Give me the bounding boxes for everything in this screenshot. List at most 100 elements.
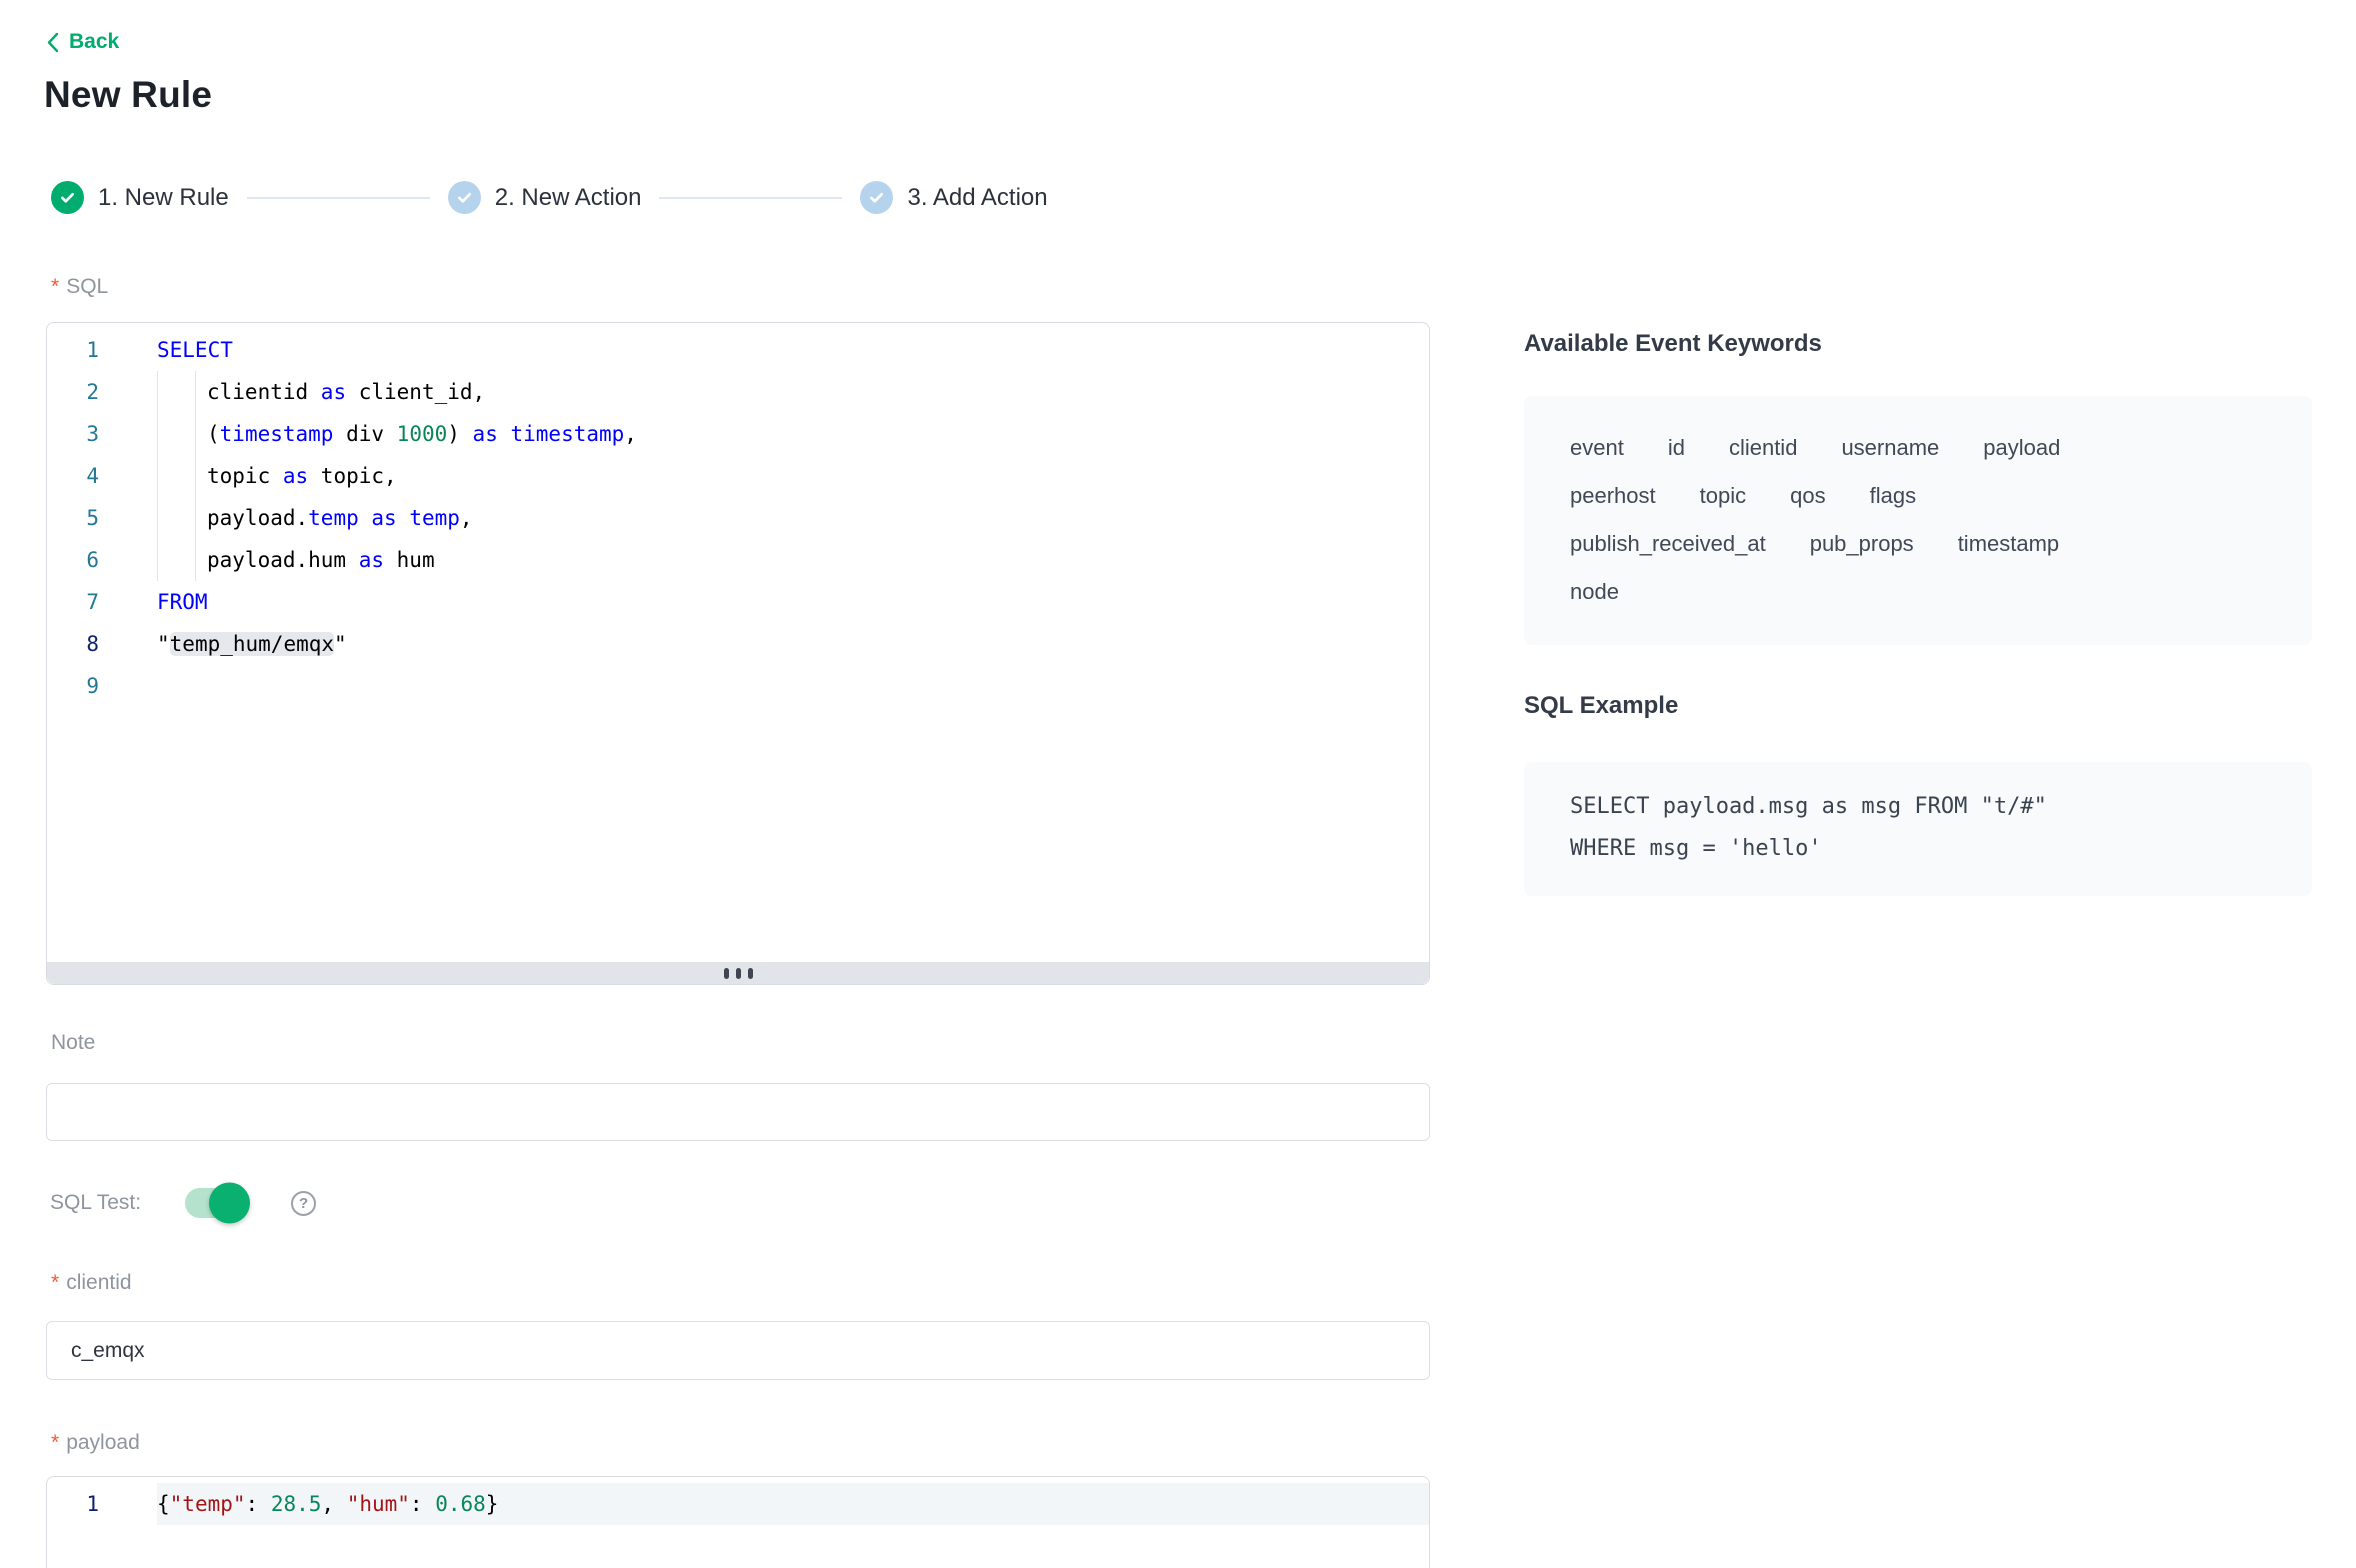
code-token: [359, 506, 372, 530]
code-token: [498, 422, 511, 446]
resize-dot: [724, 968, 729, 979]
keyword-event[interactable]: event: [1570, 435, 1624, 460]
keyword-publish_received_at[interactable]: publish_received_at: [1570, 531, 1766, 556]
code-token: as: [283, 464, 308, 488]
code-token: payload.hum: [207, 548, 359, 572]
keyword-row: publish_received_at pub_props timestamp: [1570, 520, 2266, 568]
code-line[interactable]: FROM: [157, 581, 1429, 623]
step-2-new-action: 2. New Action: [448, 181, 642, 214]
code-token: clientid: [207, 380, 321, 404]
payload-code-editor[interactable]: 1 {"temp": 28.5, "hum": 0.68}: [46, 1476, 1430, 1568]
code-token: as: [359, 548, 384, 572]
new-rule-page: Back New Rule 1. New Rule 2. New Action …: [0, 0, 2356, 1568]
keyword-clientid[interactable]: clientid: [1729, 435, 1797, 460]
clientid-field-label: *clientid: [51, 1268, 132, 1298]
sql-test-row: SQL Test: ?: [50, 1186, 316, 1220]
step-2-label: 2. New Action: [495, 184, 642, 212]
step-pending-check-icon: [448, 181, 481, 214]
sql-test-label: SQL Test:: [50, 1191, 141, 1215]
keyword-timestamp[interactable]: timestamp: [1958, 531, 2059, 556]
keyword-payload[interactable]: payload: [1983, 435, 2060, 460]
code-line[interactable]: SELECT: [157, 329, 1429, 371]
line-number: 1: [47, 329, 147, 371]
code-token: topic,: [308, 464, 397, 488]
line-number: 1: [47, 1483, 147, 1525]
line-number: 9: [47, 665, 147, 707]
code-token: 1000: [397, 422, 448, 446]
clientid-input[interactable]: [46, 1321, 1430, 1380]
note-field-label: Note: [51, 1028, 95, 1058]
keyword-flags[interactable]: flags: [1870, 483, 1916, 508]
code-token: temp: [409, 506, 460, 530]
keyword-pub_props[interactable]: pub_props: [1810, 531, 1914, 556]
indent-guide: [157, 497, 207, 539]
indent-guide: [157, 539, 207, 581]
sql-example-line: SELECT payload.msg as msg FROM "t/#": [1570, 786, 2266, 828]
back-button[interactable]: Back: [46, 30, 119, 54]
code-line[interactable]: topic as topic,: [157, 455, 1429, 497]
code-token: (: [207, 422, 220, 446]
code-token: SELECT: [157, 338, 233, 362]
code-token: 0.68: [435, 1492, 486, 1516]
keyword-row: node: [1570, 568, 2266, 616]
code-token: as: [371, 506, 396, 530]
code-token: }: [486, 1492, 499, 1516]
keywords-panel-title: Available Event Keywords: [1524, 330, 1822, 358]
code-token: timestamp: [511, 422, 625, 446]
sql-test-toggle[interactable]: [185, 1188, 247, 1218]
keyword-row: event id clientid username payload: [1570, 424, 2266, 472]
keyword-username[interactable]: username: [1841, 435, 1939, 460]
payload-field-label: *payload: [51, 1428, 140, 1458]
line-number: 2: [47, 371, 147, 413]
code-line[interactable]: {"temp": 28.5, "hum": 0.68}: [157, 1483, 1429, 1525]
step-3-label: 3. Add Action: [907, 184, 1047, 212]
code-token: {: [157, 1492, 170, 1516]
resize-dot: [736, 968, 741, 979]
sql-code-editor[interactable]: 123456789 SELECTclientid as client_id,(t…: [46, 322, 1430, 985]
code-token: "hum": [347, 1492, 410, 1516]
keyword-topic[interactable]: topic: [1700, 483, 1746, 508]
sql-editor-code[interactable]: SELECTclientid as client_id,(timestamp d…: [147, 323, 1429, 963]
steps-bar: 1. New Rule 2. New Action 3. Add Action: [51, 181, 1048, 214]
code-line[interactable]: payload.hum as hum: [157, 539, 1429, 581]
keyword-row: peerhost topic qos flags: [1570, 472, 2266, 520]
chevron-left-icon: [46, 32, 59, 53]
code-line[interactable]: clientid as client_id,: [157, 371, 1429, 413]
keyword-peerhost[interactable]: peerhost: [1570, 483, 1656, 508]
page-title: New Rule: [44, 74, 212, 116]
required-asterisk: *: [51, 1431, 59, 1454]
help-question-icon[interactable]: ?: [291, 1191, 316, 1216]
step-3-add-action: 3. Add Action: [860, 181, 1047, 214]
code-line[interactable]: (timestamp div 1000) as timestamp,: [157, 413, 1429, 455]
code-token: as: [473, 422, 498, 446]
code-token: ): [447, 422, 472, 446]
keywords-box: event id clientid username payload peerhost to…: [1524, 396, 2312, 645]
line-number: 6: [47, 539, 147, 581]
indent-guide: [157, 371, 207, 413]
step-1-label: 1. New Rule: [98, 184, 229, 212]
code-token: :: [246, 1492, 271, 1516]
editor-resize-handle[interactable]: [47, 962, 1429, 984]
keyword-node[interactable]: node: [1570, 579, 1619, 604]
note-input[interactable]: [46, 1083, 1430, 1141]
code-token: :: [410, 1492, 435, 1516]
keyword-qos[interactable]: qos: [1790, 483, 1825, 508]
step-done-check-icon: [51, 181, 84, 214]
code-token: ,: [624, 422, 637, 446]
code-token: hum: [384, 548, 435, 572]
line-number: 5: [47, 497, 147, 539]
code-token: FROM: [157, 590, 208, 614]
toggle-knob: [209, 1183, 250, 1224]
payload-editor-gutter: 1: [47, 1477, 147, 1525]
code-token: ": [334, 632, 347, 656]
code-line[interactable]: "temp_hum/emqx": [157, 623, 1429, 665]
keyword-id[interactable]: id: [1668, 435, 1685, 460]
code-token: 28.5: [271, 1492, 322, 1516]
code-line[interactable]: [157, 665, 1429, 707]
indent-guide: [157, 413, 207, 455]
sql-example-line: WHERE msg = 'hello': [1570, 828, 2266, 870]
resize-dot: [748, 968, 753, 979]
code-line[interactable]: payload.temp as temp,: [157, 497, 1429, 539]
sql-example-title: SQL Example: [1524, 692, 1678, 720]
payload-editor-code[interactable]: {"temp": 28.5, "hum": 0.68}: [147, 1477, 1429, 1525]
